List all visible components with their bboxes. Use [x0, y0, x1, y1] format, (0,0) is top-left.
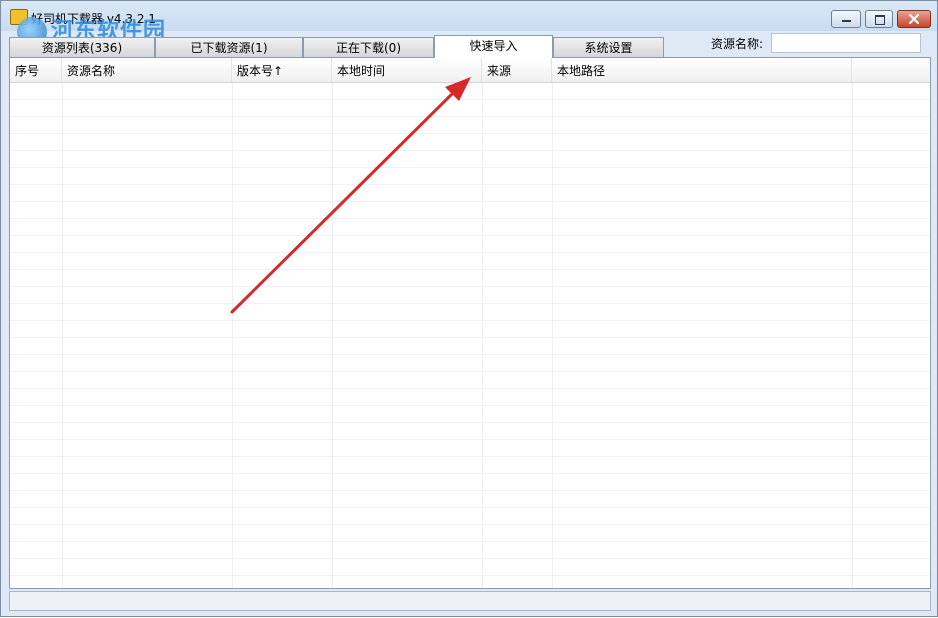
- resource-name-search-input[interactable]: [771, 33, 921, 53]
- column-divider: [852, 83, 853, 588]
- column-header-local-time[interactable]: 本地时间: [332, 58, 482, 82]
- minimize-button[interactable]: [831, 10, 861, 28]
- tab-downloading[interactable]: 正在下载(0): [303, 37, 434, 57]
- table-body[interactable]: [10, 83, 930, 588]
- resource-table: 序号 资源名称 版本号↑ 本地时间 来源 本地路径: [9, 57, 931, 589]
- search-label: 资源名称:: [711, 37, 764, 51]
- table-header: 序号 资源名称 版本号↑ 本地时间 来源 本地路径: [10, 58, 930, 83]
- column-divider: [62, 83, 63, 588]
- column-divider: [482, 83, 483, 588]
- column-divider: [232, 83, 233, 588]
- app-window: 好司机下载器 v4.3.2.1 河东软件园 www.pc0359.cn 资源列表…: [0, 0, 938, 617]
- app-icon: [10, 9, 28, 25]
- column-header-version[interactable]: 版本号↑: [232, 58, 332, 82]
- title-bar[interactable]: 好司机下载器 v4.3.2.1: [1, 1, 937, 31]
- close-button[interactable]: [897, 10, 931, 28]
- maximize-button[interactable]: [865, 10, 893, 28]
- column-divider: [552, 83, 553, 588]
- tab-downloaded[interactable]: 已下载资源(1): [155, 37, 303, 57]
- window-title: 好司机下载器 v4.3.2.1: [31, 12, 156, 26]
- column-divider: [332, 83, 333, 588]
- tab-quick-import[interactable]: 快速导入: [434, 35, 553, 58]
- column-header-local-path[interactable]: 本地路径: [552, 58, 852, 82]
- column-header-index[interactable]: 序号: [10, 58, 62, 82]
- tab-settings[interactable]: 系统设置: [553, 37, 664, 57]
- close-icon: [908, 13, 920, 25]
- column-header-name[interactable]: 资源名称: [62, 58, 232, 82]
- column-header-source[interactable]: 来源: [482, 58, 552, 82]
- tab-resource-list[interactable]: 资源列表(336): [9, 37, 155, 57]
- status-bar: [9, 591, 931, 611]
